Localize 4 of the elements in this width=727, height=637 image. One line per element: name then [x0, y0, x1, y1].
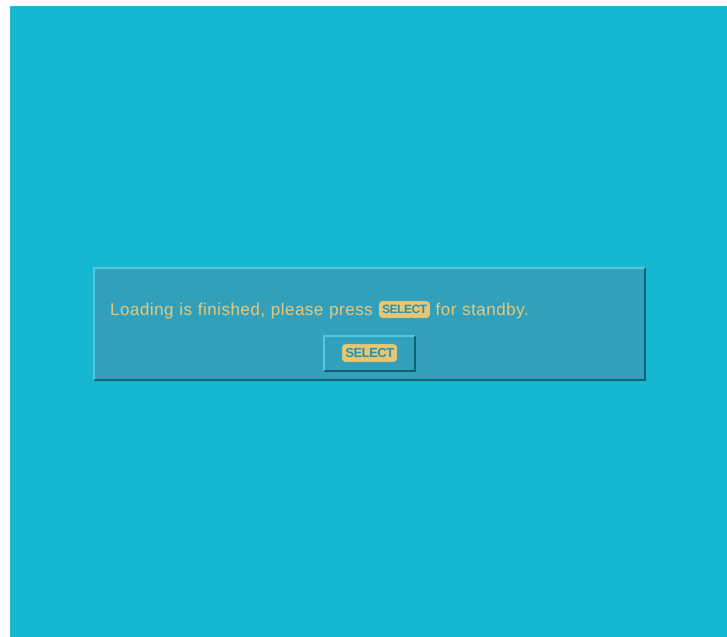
select-button[interactable]: SELECT [323, 334, 416, 372]
key-badge: SELECT [379, 301, 430, 318]
message-text: for standby. [436, 299, 530, 321]
message-text: Loading is finished, please press [110, 299, 374, 321]
